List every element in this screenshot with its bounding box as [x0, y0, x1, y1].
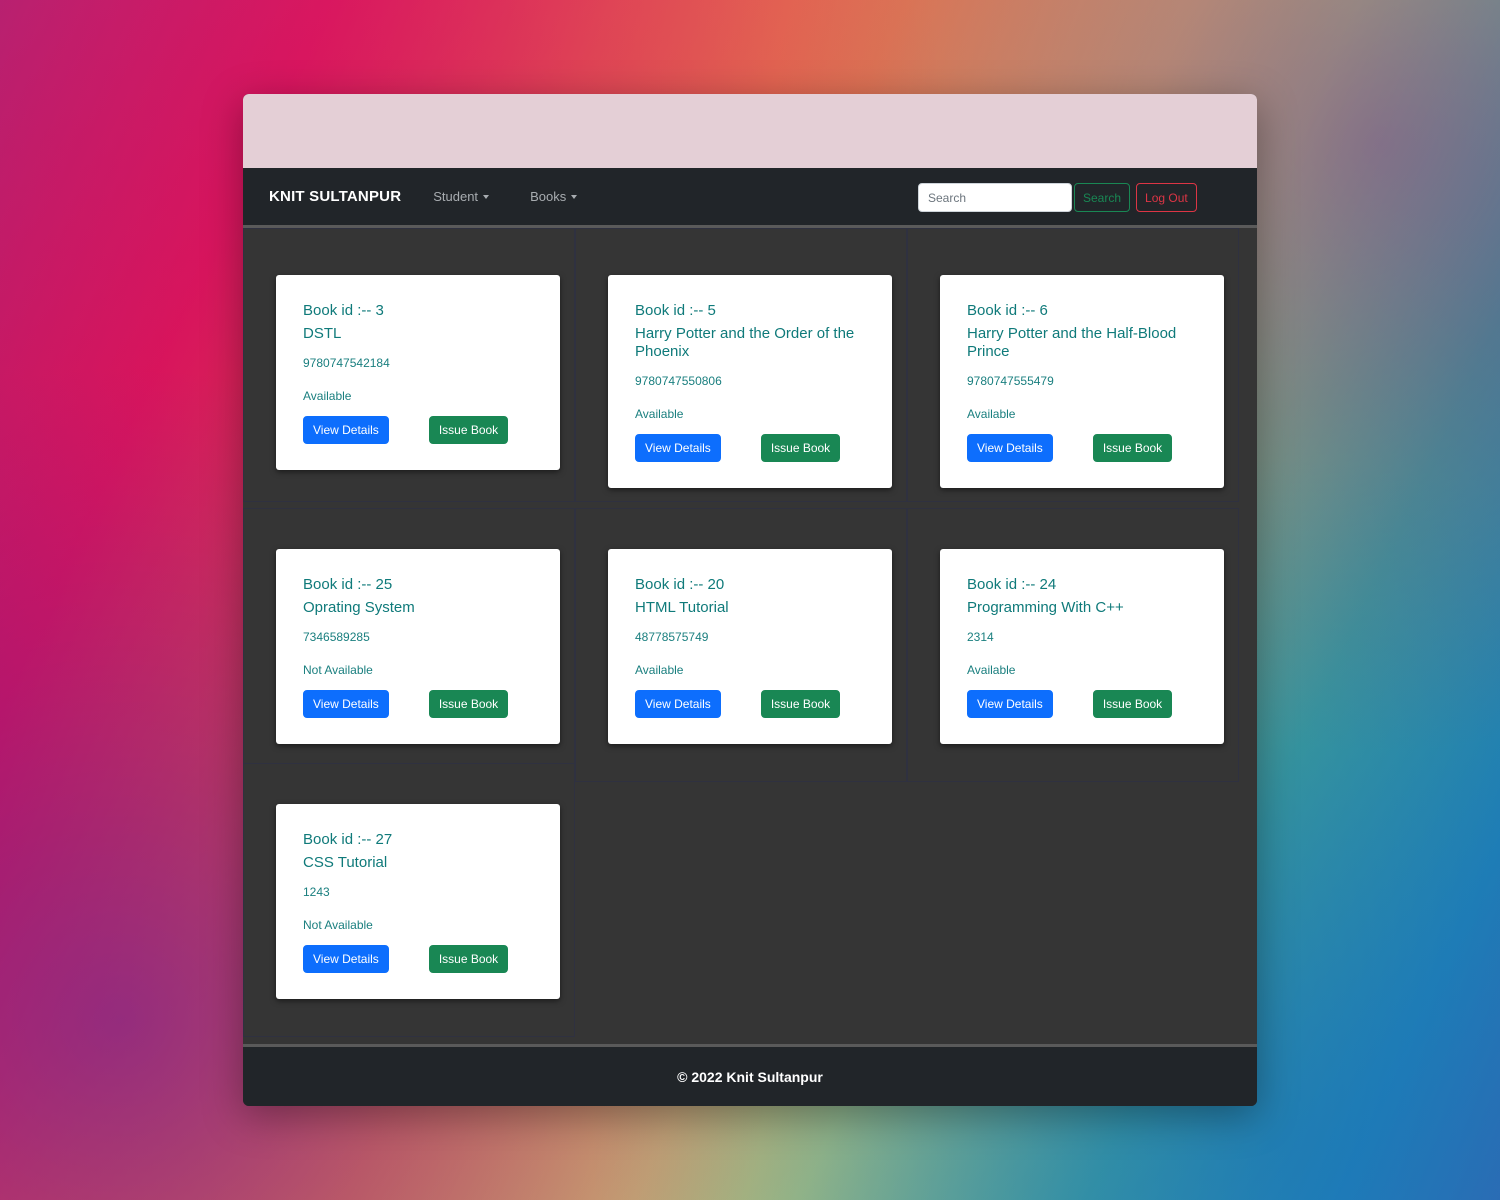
book-actions: View Details Issue Book: [303, 945, 533, 973]
book-card: Book id :-- 27 CSS Tutorial 1243 Not Ava…: [276, 804, 560, 999]
app-window: KNIT SULTANPUR Student Books Search Log …: [243, 94, 1257, 1106]
book-id: Book id :-- 5: [635, 302, 716, 319]
book-card: Book id :-- 6 Harry Potter and the Half-…: [940, 275, 1224, 488]
book-status: Available: [303, 389, 352, 403]
book-title: HTML Tutorial: [635, 599, 729, 616]
brand-logo[interactable]: KNIT SULTANPUR: [269, 188, 401, 205]
book-id: Book id :-- 24: [967, 576, 1057, 593]
view-details-button[interactable]: View Details: [303, 416, 389, 444]
book-status: Available: [967, 663, 1016, 677]
book-status: Not Available: [303, 918, 373, 932]
book-card: Book id :-- 3 DSTL 9780747542184 Availab…: [276, 275, 560, 470]
book-isbn: 9780747555479: [967, 374, 1054, 388]
book-status: Available: [635, 663, 684, 677]
book-cell: Book id :-- 27 CSS Tutorial 1243 Not Ava…: [243, 763, 575, 1037]
book-actions: View Details Issue Book: [635, 690, 865, 718]
book-card: Book id :-- 5 Harry Potter and the Order…: [608, 275, 892, 488]
book-title: DSTL: [303, 325, 342, 342]
logout-button[interactable]: Log Out: [1136, 183, 1197, 212]
book-id: Book id :-- 27: [303, 831, 393, 848]
book-isbn: 48778575749: [635, 630, 709, 644]
book-card: Book id :-- 25 Oprating System 734658928…: [276, 549, 560, 744]
caret-down-icon: [483, 195, 490, 199]
top-banner: [243, 94, 1257, 168]
nav-student-label: Student: [433, 189, 479, 204]
issue-book-button[interactable]: Issue Book: [428, 945, 509, 973]
issue-book-button[interactable]: Issue Book: [760, 434, 841, 462]
book-id: Book id :-- 6: [967, 302, 1048, 319]
book-id: Book id :-- 3: [303, 302, 384, 319]
nav-student-dropdown[interactable]: Student: [433, 189, 490, 204]
book-isbn: 9780747550806: [635, 374, 722, 388]
book-actions: View Details Issue Book: [303, 416, 533, 444]
book-status: Available: [635, 407, 684, 421]
book-id: Book id :-- 25: [303, 576, 393, 593]
view-details-button[interactable]: View Details: [635, 434, 721, 462]
book-cell: Book id :-- 25 Oprating System 734658928…: [243, 508, 575, 782]
book-actions: View Details Issue Book: [967, 434, 1197, 462]
book-card: Book id :-- 24 Programming With C++ 2314…: [940, 549, 1224, 744]
book-isbn: 1243: [303, 885, 330, 899]
book-cell: Book id :-- 3 DSTL 9780747542184 Availab…: [243, 228, 575, 502]
book-status: Not Available: [303, 663, 373, 677]
issue-book-button[interactable]: Issue Book: [1092, 690, 1173, 718]
view-details-button[interactable]: View Details: [303, 945, 389, 973]
footer: © 2022 Knit Sultanpur: [243, 1044, 1257, 1106]
book-title: Harry Potter and the Half-Blood Prince: [967, 325, 1177, 360]
view-details-button[interactable]: View Details: [967, 434, 1053, 462]
issue-book-button[interactable]: Issue Book: [1092, 434, 1173, 462]
book-title: Oprating System: [303, 599, 415, 616]
book-card: Book id :-- 20 HTML Tutorial 48778575749…: [608, 549, 892, 744]
book-isbn: 7346589285: [303, 630, 370, 644]
nav-books-label: Books: [530, 189, 567, 204]
caret-down-icon: [571, 195, 578, 199]
book-title: Programming With C++: [967, 599, 1124, 616]
book-cell: Book id :-- 6 Harry Potter and the Half-…: [907, 228, 1239, 502]
issue-book-button[interactable]: Issue Book: [428, 416, 509, 444]
book-title: CSS Tutorial: [303, 854, 388, 871]
book-cell: Book id :-- 24 Programming With C++ 2314…: [907, 508, 1239, 782]
book-status: Available: [967, 407, 1016, 421]
book-id: Book id :-- 20: [635, 576, 725, 593]
view-details-button[interactable]: View Details: [967, 690, 1053, 718]
issue-book-button[interactable]: Issue Book: [760, 690, 841, 718]
navbar: KNIT SULTANPUR Student Books Search Log …: [243, 168, 1257, 228]
book-actions: View Details Issue Book: [303, 690, 533, 718]
view-details-button[interactable]: View Details: [635, 690, 721, 718]
book-isbn: 9780747542184: [303, 356, 390, 370]
nav-books-dropdown[interactable]: Books: [530, 189, 578, 204]
view-details-button[interactable]: View Details: [303, 690, 389, 718]
footer-copyright: © 2022 Knit Sultanpur: [677, 1068, 823, 1085]
book-cell: Book id :-- 20 HTML Tutorial 48778575749…: [575, 508, 907, 782]
search-form: Search Log Out: [918, 183, 1197, 212]
book-actions: View Details Issue Book: [635, 434, 865, 462]
book-title: Harry Potter and the Order of the Phoeni…: [635, 325, 855, 360]
book-isbn: 2314: [967, 630, 994, 644]
book-cell: Book id :-- 5 Harry Potter and the Order…: [575, 228, 907, 502]
book-actions: View Details Issue Book: [967, 690, 1197, 718]
books-grid: Book id :-- 3 DSTL 9780747542184 Availab…: [243, 228, 1257, 1044]
search-input[interactable]: [918, 183, 1072, 212]
issue-book-button[interactable]: Issue Book: [428, 690, 509, 718]
search-button[interactable]: Search: [1074, 183, 1131, 212]
